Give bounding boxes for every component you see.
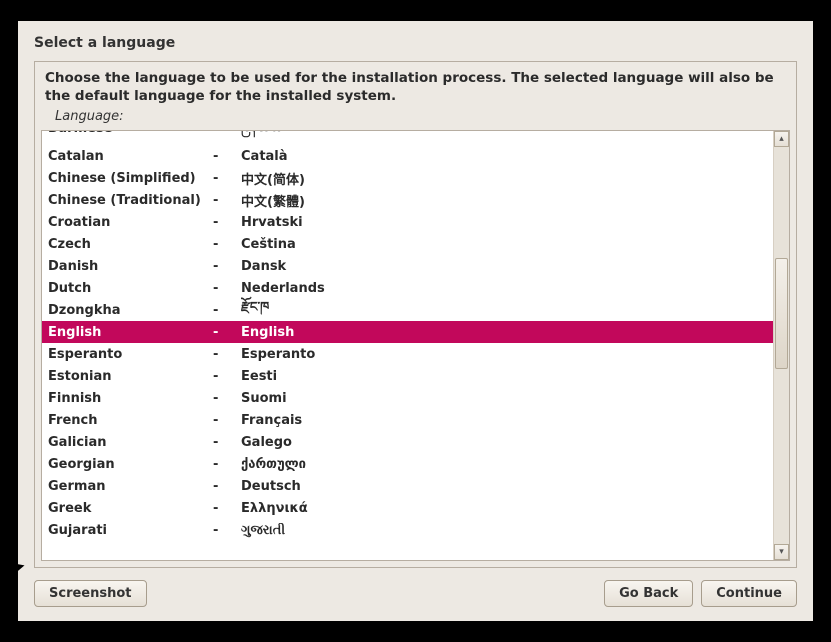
screenshot-button[interactable]: Screenshot [34,580,147,607]
language-native: Galego [241,435,767,450]
language-row[interactable]: Galician-Galego [42,431,773,453]
language-label: Language: [41,107,790,130]
scroll-down-button[interactable]: ▾ [774,544,789,560]
language-native: Català [241,149,767,164]
spacer [155,580,597,607]
language-row[interactable]: Gujarati-ગુજરાતી [42,519,773,541]
separator: - [213,215,241,230]
separator: - [213,413,241,428]
separator: - [213,457,241,472]
language-native: Čeština [241,237,767,252]
language-native: English [241,325,767,340]
separator: - [213,281,241,296]
language-row[interactable]: Estonian-Eesti [42,365,773,387]
language-native: རྫོང་ཁ [241,292,767,329]
separator: - [213,479,241,494]
language-native: Eesti [241,369,767,384]
separator: - [213,171,241,186]
language-native: Ελληνικά [241,501,767,516]
language-name: Esperanto [48,347,213,362]
button-bar: Screenshot Go Back Continue [34,580,797,607]
language-native: Esperanto [241,347,767,362]
language-native: Hrvatski [241,215,767,230]
language-name: German [48,479,213,494]
language-row[interactable]: Finnish-Suomi [42,387,773,409]
language-row[interactable]: Croatian-Hrvatski [42,211,773,233]
language-name: Gujarati [48,523,213,538]
separator: - [213,435,241,450]
continue-button[interactable]: Continue [701,580,797,607]
separator: - [213,131,241,136]
language-row[interactable]: French-Français [42,409,773,431]
language-row[interactable]: Chinese (Simplified)-中文(简体) [42,167,773,189]
language-row[interactable]: Chinese (Traditional)-中文(繁體) [42,189,773,211]
language-row[interactable]: Esperanto-Esperanto [42,343,773,365]
language-row[interactable]: Czech-Čeština [42,233,773,255]
language-native: ქართული [241,457,767,472]
language-row[interactable]: Danish-Dansk [42,255,773,277]
language-name: Greek [48,501,213,516]
arrow-up-icon: ▴ [779,134,784,144]
separator: - [213,501,241,516]
scrollbar[interactable]: ▴ ▾ [773,131,789,560]
scroll-thumb[interactable] [775,258,788,369]
language-native: 中文(繁體) [241,191,767,210]
language-native: 中文(简体) [241,169,767,188]
separator: - [213,325,241,340]
scroll-track[interactable] [774,147,789,544]
separator: - [213,303,241,318]
separator: - [213,391,241,406]
page-title: Select a language [34,35,797,51]
language-name: Burmese [48,131,213,136]
language-native: Dansk [241,259,767,274]
language-name: Danish [48,259,213,274]
language-native: Français [241,413,767,428]
separator: - [213,149,241,164]
separator: - [213,193,241,208]
separator: - [213,259,241,274]
language-list[interactable]: Burmese-မြန်မာစာCatalan-CatalàChinese (S… [42,131,773,560]
separator: - [213,237,241,252]
language-name: Dutch [48,281,213,296]
language-native: မြန်မာစာ [241,131,767,138]
separator: - [213,523,241,538]
language-name: Galician [48,435,213,450]
language-name: Chinese (Traditional) [48,193,213,208]
go-back-button[interactable]: Go Back [604,580,693,607]
language-native: Deutsch [241,479,767,494]
language-name: Czech [48,237,213,252]
language-native: ગુજરાતી [241,523,767,538]
language-native: Suomi [241,391,767,406]
language-row[interactable]: Catalan-Català [42,145,773,167]
language-row[interactable]: English-English [42,321,773,343]
language-name: Estonian [48,369,213,384]
language-row[interactable]: Georgian-ქართული [42,453,773,475]
main-panel: Choose the language to be used for the i… [34,61,797,568]
language-row[interactable]: Burmese-မြန်မာစာ [42,131,773,145]
arrow-down-icon: ▾ [779,547,784,557]
scroll-up-button[interactable]: ▴ [774,131,789,147]
language-name: French [48,413,213,428]
language-row[interactable]: Greek-Ελληνικά [42,497,773,519]
installer-window: Select a language Choose the language to… [18,21,813,621]
separator: - [213,347,241,362]
language-name: Chinese (Simplified) [48,171,213,186]
language-row[interactable]: German-Deutsch [42,475,773,497]
language-list-container: Burmese-မြန်မာစာCatalan-CatalàChinese (S… [41,130,790,561]
language-name: Croatian [48,215,213,230]
instructions-text: Choose the language to be used for the i… [41,68,790,107]
language-name: Dzongkha [48,303,213,318]
language-name: English [48,325,213,340]
language-name: Georgian [48,457,213,472]
language-name: Finnish [48,391,213,406]
separator: - [213,369,241,384]
language-name: Catalan [48,149,213,164]
language-row[interactable]: Dzongkha-རྫོང་ཁ [42,299,773,321]
